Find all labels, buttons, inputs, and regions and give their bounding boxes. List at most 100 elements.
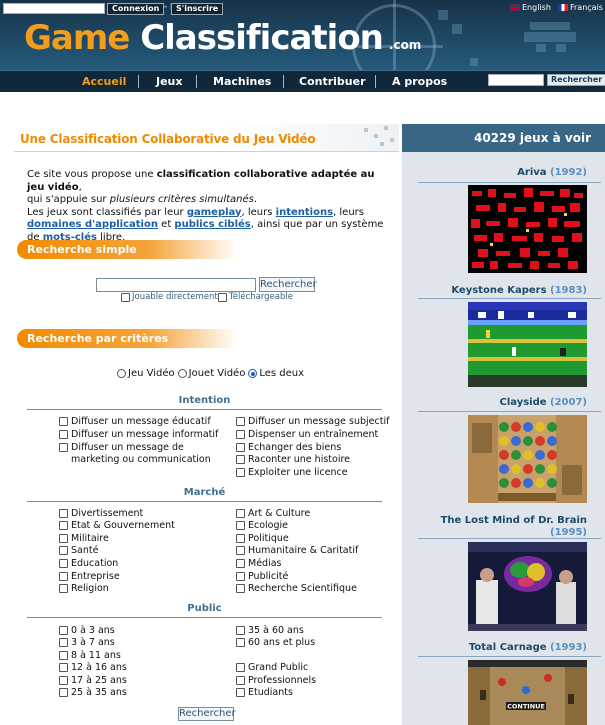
checkbox[interactable]	[59, 663, 68, 672]
game-title[interactable]: Ariva (1992)	[420, 167, 587, 178]
checkbox[interactable]	[59, 626, 68, 635]
marche-option[interactable]: Education	[59, 558, 118, 570]
simple-search-input[interactable]	[96, 278, 256, 292]
checkbox[interactable]	[236, 626, 245, 635]
checkbox[interactable]	[59, 546, 68, 555]
signup-button[interactable]: S'inscrire	[171, 3, 224, 15]
game-screenshot-ariva[interactable]	[468, 185, 587, 273]
game-screenshot-clayside[interactable]	[468, 415, 587, 503]
marche-option[interactable]: Recherche Scientifique	[236, 583, 357, 595]
checkbox[interactable]	[59, 688, 68, 697]
radio-les-deux[interactable]	[248, 369, 258, 378]
marche-option[interactable]: Médias	[236, 558, 281, 570]
type-les-deux[interactable]: Les deux	[248, 368, 304, 379]
public-option[interactable]: 25 à 35 ans	[59, 687, 127, 699]
game-title[interactable]: Total Carnage (1993)	[420, 642, 587, 653]
checkbox[interactable]	[236, 443, 245, 452]
option-telechargeable[interactable]: Téléchargeable	[218, 292, 293, 302]
checkbox[interactable]	[236, 534, 245, 543]
nav-jeux[interactable]: Jeux	[156, 75, 182, 88]
checkbox[interactable]	[59, 534, 68, 543]
checkbox[interactable]	[236, 572, 245, 581]
game-screenshot-keystone-kapers[interactable]	[468, 302, 587, 387]
checkbox[interactable]	[236, 455, 245, 464]
marche-option[interactable]: Religion	[59, 583, 109, 595]
criteria-search-button[interactable]: Rechercher	[178, 707, 236, 721]
checkbox[interactable]	[59, 638, 68, 647]
public-option[interactable]: Professionnels	[236, 675, 316, 687]
radio-jouet-video[interactable]	[177, 369, 187, 378]
checkbox[interactable]	[59, 443, 68, 452]
marche-option[interactable]: Divertissement	[59, 508, 143, 520]
type-jouet-video[interactable]: Jouet Vidéo	[177, 368, 245, 379]
intention-option[interactable]: Diffuser un message de marketing ou comm…	[59, 442, 219, 466]
checkbox[interactable]	[236, 430, 245, 439]
public-option[interactable]: 12 à 16 ans	[59, 662, 127, 674]
nav-accueil[interactable]: Accueil	[82, 75, 126, 88]
link-gameplay[interactable]: gameplay	[187, 207, 242, 218]
checkbox[interactable]	[59, 559, 68, 568]
game-title[interactable]: Clayside (2007)	[420, 397, 587, 408]
checkbox[interactable]	[236, 559, 245, 568]
lang-french-link[interactable]: Français	[558, 3, 603, 13]
intention-option[interactable]: Exploiter une licence	[236, 467, 348, 479]
marche-option[interactable]: Santé	[59, 545, 98, 557]
checkbox[interactable]	[236, 521, 245, 530]
link-domaines[interactable]: domaines d'application	[27, 219, 158, 230]
nav-contribuer[interactable]: Contribuer	[299, 75, 366, 88]
public-option[interactable]: 60 ans et plus	[236, 637, 315, 649]
public-option[interactable]: 3 à 7 ans	[59, 637, 115, 649]
link-intentions[interactable]: intentions	[276, 207, 333, 218]
checkbox[interactable]	[236, 417, 245, 426]
game-screenshot-total-carnage[interactable]: CONTINUE	[468, 660, 587, 725]
login-username-field[interactable]	[3, 3, 105, 14]
marche-option[interactable]: Militaire	[59, 533, 109, 545]
checkbox[interactable]	[236, 509, 245, 518]
marche-option[interactable]: Ecologie	[236, 520, 288, 532]
public-option[interactable]: 8 à 11 ans	[59, 650, 121, 662]
nav-apropos[interactable]: A propos	[392, 75, 447, 88]
checkbox[interactable]	[59, 430, 68, 439]
intention-option[interactable]: Echanger des biens	[236, 442, 341, 454]
intention-option[interactable]: Diffuser un message informatif	[59, 429, 218, 441]
jouable-checkbox[interactable]	[121, 292, 130, 302]
marche-option[interactable]: Politique	[236, 533, 289, 545]
header-search-button[interactable]: Rechercher	[547, 74, 605, 86]
radio-jeu-video[interactable]	[117, 369, 126, 378]
nav-machines[interactable]: Machines	[213, 75, 271, 88]
simple-search-button[interactable]: Rechercher	[259, 277, 317, 292]
public-option[interactable]: 17 à 25 ans	[59, 675, 127, 687]
public-option[interactable]: 35 à 60 ans	[236, 625, 304, 637]
public-option[interactable]: 0 à 3 ans	[59, 625, 115, 637]
checkbox[interactable]	[59, 417, 68, 426]
game-title[interactable]: Keystone Kapers (1983)	[420, 285, 587, 296]
type-jeu-video[interactable]: Jeu Vidéo	[117, 368, 175, 379]
checkbox[interactable]	[59, 676, 68, 685]
checkbox[interactable]	[236, 638, 245, 647]
lang-english-link[interactable]: English	[510, 3, 551, 13]
site-logo[interactable]: Game Classification .com	[24, 18, 421, 65]
game-screenshot-dr-brain[interactable]	[468, 542, 587, 631]
telechargeable-checkbox[interactable]	[218, 292, 227, 302]
marche-option[interactable]: Humanitaire & Caritatif	[236, 545, 358, 557]
link-publics[interactable]: publics ciblés	[174, 219, 250, 230]
checkbox[interactable]	[236, 468, 245, 477]
checkbox[interactable]	[59, 651, 68, 660]
game-title[interactable]: The Lost Mind of Dr. Brain (1995)	[420, 515, 587, 539]
checkbox[interactable]	[236, 676, 245, 685]
intention-option[interactable]: Diffuser un message éducatif	[59, 416, 211, 428]
marche-option[interactable]: Art & Culture	[236, 508, 310, 520]
login-button[interactable]: Connexion	[107, 3, 165, 15]
header-search-input[interactable]	[488, 74, 544, 86]
intention-option[interactable]: Diffuser un message subjectif	[236, 416, 389, 428]
checkbox[interactable]	[59, 584, 68, 593]
checkbox[interactable]	[236, 663, 245, 672]
option-jouable[interactable]: Jouable directement	[121, 292, 218, 302]
public-option[interactable]: Grand Public	[236, 662, 308, 674]
marche-option[interactable]: Etat & Gouvernement	[59, 520, 175, 532]
checkbox[interactable]	[236, 546, 245, 555]
checkbox[interactable]	[59, 572, 68, 581]
checkbox[interactable]	[236, 584, 245, 593]
intention-option[interactable]: Dispenser un entraînement	[236, 429, 378, 441]
intention-option[interactable]: Raconter une histoire	[236, 454, 350, 466]
